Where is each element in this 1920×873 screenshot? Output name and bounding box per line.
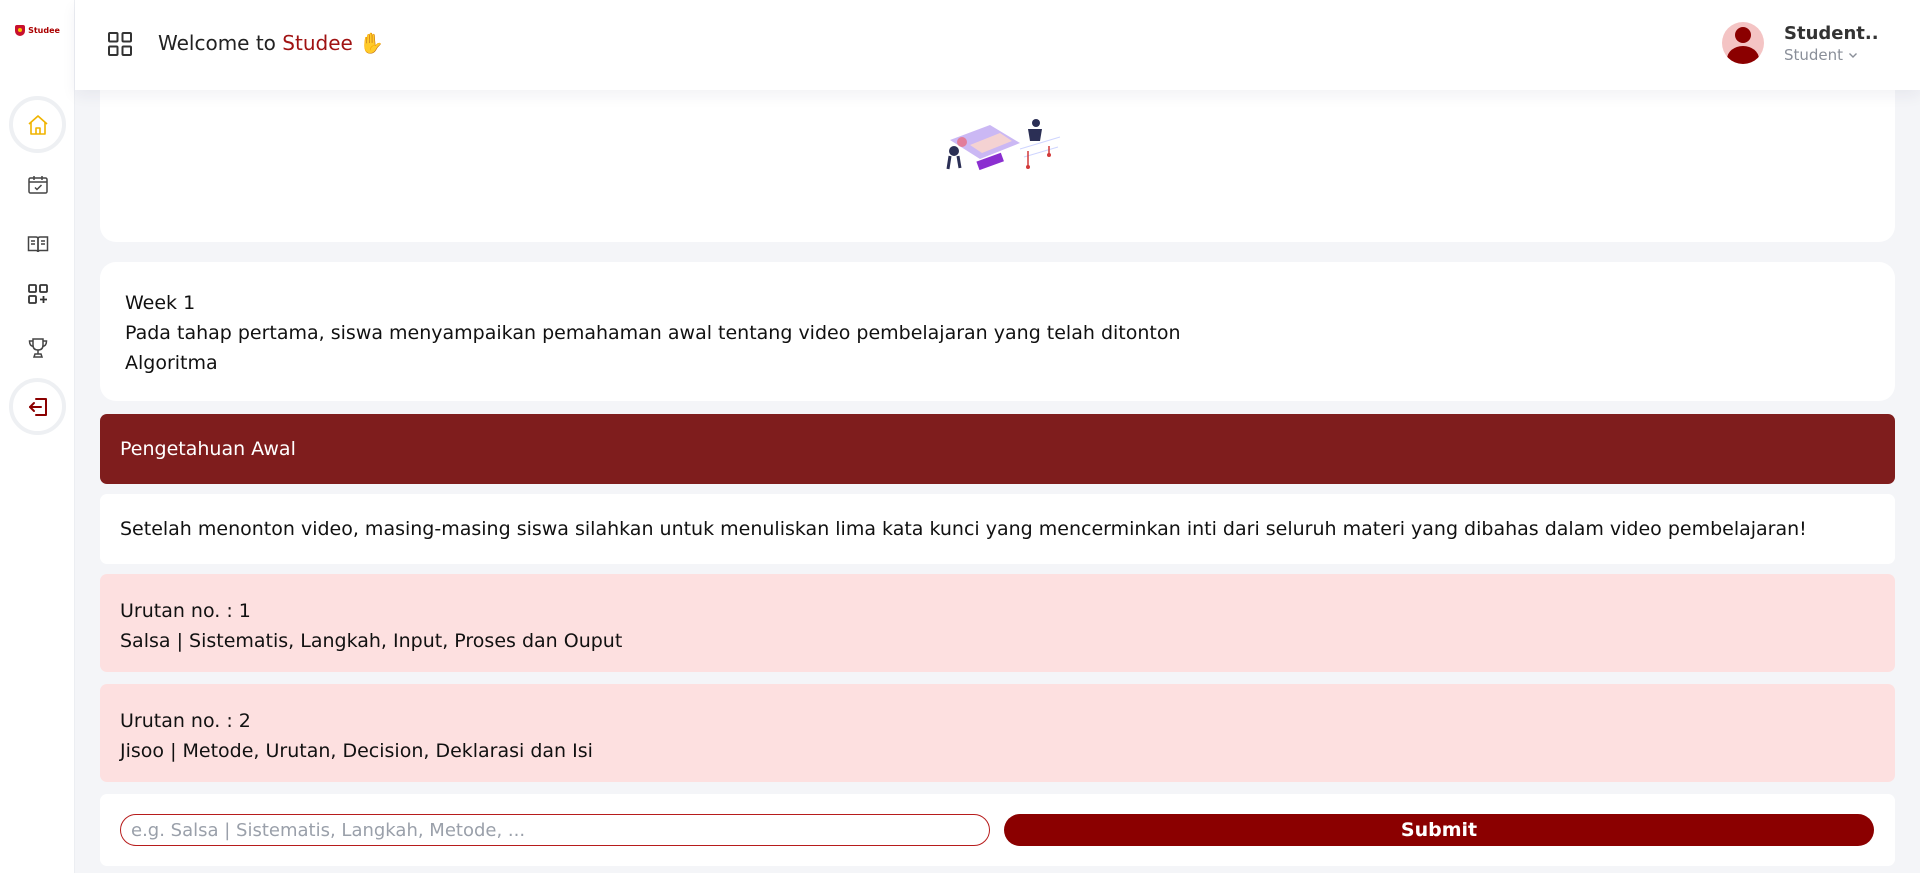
- answer-order: Urutan no. : 2: [120, 710, 251, 732]
- welcome-brand: Studee: [282, 31, 353, 55]
- logo-text: Studee: [28, 25, 60, 35]
- studee-logo[interactable]: Studee: [0, 0, 75, 60]
- topic-label: Algoritma: [125, 352, 218, 374]
- sidebar-item-materials[interactable]: [9, 215, 66, 272]
- sidebar: Studee: [0, 0, 75, 873]
- section-header: Pengetahuan Awal: [100, 414, 1895, 484]
- learning-illustration: [946, 119, 1061, 171]
- welcome-prefix: Welcome to: [158, 31, 283, 55]
- chevron-down-icon: [1849, 53, 1858, 58]
- welcome-message: Welcome to Studee ✋: [158, 31, 384, 55]
- sidebar-item-add-apps[interactable]: [9, 265, 66, 322]
- book-open-icon: [27, 235, 48, 252]
- trophy-icon: [28, 337, 47, 358]
- section-title: Pengetahuan Awal: [120, 438, 296, 460]
- avatar-head: [1735, 27, 1751, 43]
- answer-order: Urutan no. : 1: [120, 600, 251, 622]
- studee-logo-mark: [15, 24, 26, 36]
- week-label: Week 1: [125, 292, 196, 314]
- sidebar-item-achievements[interactable]: [9, 319, 66, 376]
- avatar[interactable]: [1722, 22, 1764, 64]
- answer-item: Urutan no. : 1 Salsa | Sistematis, Langk…: [100, 574, 1895, 672]
- sidebar-item-schedule[interactable]: [9, 156, 66, 213]
- week-description: Pada tahap pertama, siswa menyampaikan p…: [125, 322, 1181, 344]
- answer-input[interactable]: [120, 814, 990, 846]
- top-header: Welcome to Studee ✋ Student.. Student: [75, 0, 1920, 90]
- apps-grid-icon: [108, 32, 132, 56]
- answer-text: Jisoo | Metode, Urutan, Decision, Deklar…: [120, 740, 593, 762]
- user-name[interactable]: Student..: [1784, 23, 1879, 44]
- wave-emoji-icon: ✋: [359, 31, 385, 55]
- home-icon: [27, 114, 48, 135]
- instruction-panel: Setelah menonton video, masing-masing si…: [100, 494, 1895, 564]
- week-info-card: Week 1 Pada tahap pertama, siswa menyamp…: [100, 262, 1895, 401]
- avatar-body: [1727, 46, 1759, 64]
- submit-button[interactable]: Submit: [1004, 814, 1874, 846]
- answer-form: Submit: [100, 794, 1895, 866]
- apps-add-icon: [27, 283, 48, 304]
- sidebar-item-logout[interactable]: [9, 378, 66, 435]
- calendar-check-icon: [27, 175, 48, 194]
- instruction-text: Setelah menonton video, masing-masing si…: [120, 518, 1807, 540]
- answer-item: Urutan no. : 2 Jisoo | Metode, Urutan, D…: [100, 684, 1895, 782]
- logout-icon: [28, 397, 47, 416]
- user-role-dropdown[interactable]: Student: [1784, 46, 1858, 64]
- answer-text: Salsa | Sistematis, Langkah, Input, Pros…: [120, 630, 623, 652]
- user-role: Student: [1784, 46, 1844, 64]
- sidebar-item-home[interactable]: [9, 96, 66, 153]
- apps-grid-button[interactable]: [107, 31, 133, 61]
